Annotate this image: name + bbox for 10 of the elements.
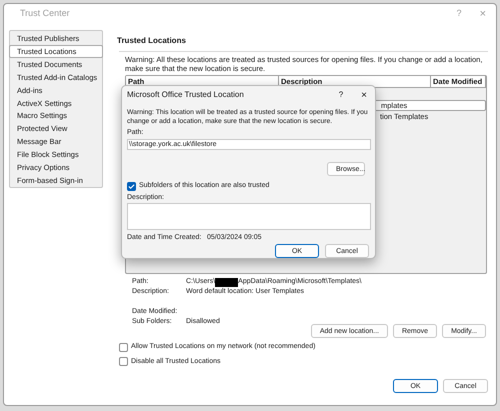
redaction-bar (215, 278, 238, 286)
checkbox[interactable] (127, 182, 136, 192)
checkbox[interactable] (119, 357, 128, 366)
dialog-title: Microsoft Office Trusted Location (127, 89, 245, 102)
section-heading: Trusted Locations (117, 35, 187, 47)
window-title: Trust Center (20, 7, 71, 20)
description-field[interactable] (127, 203, 371, 230)
checkbox[interactable] (119, 342, 128, 352)
close-button[interactable]: × (361, 88, 367, 103)
help-button[interactable]: ? (338, 89, 344, 102)
